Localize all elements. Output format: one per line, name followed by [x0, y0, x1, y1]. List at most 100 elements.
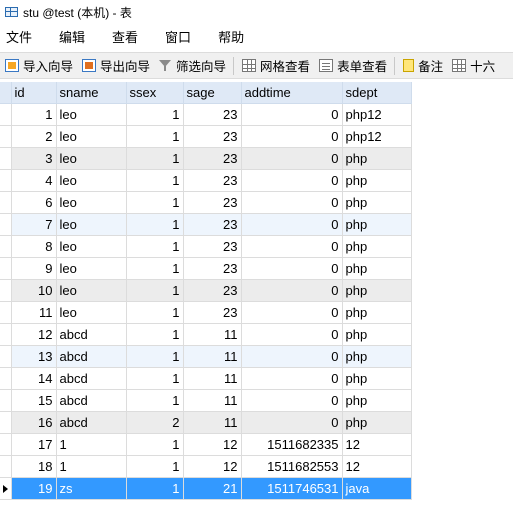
- row-indicator[interactable]: [0, 213, 12, 236]
- table-row[interactable]: 9 leo 1 23 0 php: [0, 257, 412, 280]
- cell-addtime[interactable]: 1511746531: [241, 477, 343, 500]
- cell-sdept[interactable]: php: [342, 323, 412, 346]
- row-indicator[interactable]: [0, 301, 12, 324]
- cell-sage[interactable]: 23: [183, 191, 242, 214]
- table-row[interactable]: 19 zs 1 21 1511746531 java: [0, 477, 412, 500]
- cell-sname[interactable]: leo: [56, 169, 127, 192]
- cell-ssex[interactable]: 1: [126, 103, 184, 126]
- cell-id[interactable]: 6: [11, 191, 57, 214]
- cell-sage[interactable]: 23: [183, 279, 242, 302]
- cell-id[interactable]: 2: [11, 125, 57, 148]
- cell-sname[interactable]: leo: [56, 235, 127, 258]
- filter-wizard-button[interactable]: 筛选向导: [154, 55, 230, 77]
- cell-ssex[interactable]: 1: [126, 323, 184, 346]
- table-row[interactable]: 7 leo 1 23 0 php: [0, 213, 412, 236]
- cell-sdept[interactable]: php: [342, 257, 412, 280]
- cell-sdept[interactable]: php12: [342, 125, 412, 148]
- column-header-ssex[interactable]: ssex: [126, 82, 184, 104]
- cell-ssex[interactable]: 1: [126, 257, 184, 280]
- cell-id[interactable]: 1: [11, 103, 57, 126]
- row-indicator[interactable]: [0, 279, 12, 302]
- cell-sage[interactable]: 11: [183, 367, 242, 390]
- column-header-sdept[interactable]: sdept: [342, 82, 412, 104]
- cell-sage[interactable]: 23: [183, 235, 242, 258]
- table-row[interactable]: 10 leo 1 23 0 php: [0, 279, 412, 302]
- cell-sage[interactable]: 11: [183, 323, 242, 346]
- cell-ssex[interactable]: 1: [126, 389, 184, 412]
- cell-id[interactable]: 17: [11, 433, 57, 456]
- cell-sdept[interactable]: php: [342, 169, 412, 192]
- table-row[interactable]: 11 leo 1 23 0 php: [0, 301, 412, 324]
- row-indicator[interactable]: [0, 257, 12, 280]
- column-header-sname[interactable]: sname: [56, 82, 127, 104]
- cell-sage[interactable]: 11: [183, 389, 242, 412]
- cell-addtime[interactable]: 0: [241, 301, 343, 324]
- cell-sdept[interactable]: php: [342, 389, 412, 412]
- row-indicator[interactable]: [0, 103, 12, 126]
- cell-id[interactable]: 11: [11, 301, 57, 324]
- cell-sdept[interactable]: php12: [342, 103, 412, 126]
- cell-addtime[interactable]: 0: [241, 235, 343, 258]
- table-row[interactable]: 12 abcd 1 11 0 php: [0, 323, 412, 346]
- cell-sdept[interactable]: 12: [342, 455, 412, 478]
- cell-ssex[interactable]: 1: [126, 477, 184, 500]
- memo-button[interactable]: 备注: [398, 55, 447, 77]
- row-indicator[interactable]: [0, 367, 12, 390]
- cell-id[interactable]: 12: [11, 323, 57, 346]
- cell-sage[interactable]: 23: [183, 103, 242, 126]
- cell-id[interactable]: 19: [11, 477, 57, 500]
- cell-addtime[interactable]: 0: [241, 411, 343, 434]
- cell-sage[interactable]: 23: [183, 301, 242, 324]
- cell-addtime[interactable]: 0: [241, 125, 343, 148]
- menu-help[interactable]: 帮助: [212, 27, 250, 46]
- cell-id[interactable]: 18: [11, 455, 57, 478]
- cell-sage[interactable]: 11: [183, 411, 242, 434]
- cell-sdept[interactable]: java: [342, 477, 412, 500]
- table-row[interactable]: 18 1 1 12 1511682553 12: [0, 455, 412, 478]
- table-row[interactable]: 6 leo 1 23 0 php: [0, 191, 412, 214]
- cell-ssex[interactable]: 1: [126, 433, 184, 456]
- cell-id[interactable]: 15: [11, 389, 57, 412]
- cell-id[interactable]: 16: [11, 411, 57, 434]
- cell-sname[interactable]: leo: [56, 103, 127, 126]
- cell-sname[interactable]: zs: [56, 477, 127, 500]
- cell-ssex[interactable]: 1: [126, 169, 184, 192]
- row-indicator[interactable]: [0, 169, 12, 192]
- table-row[interactable]: 14 abcd 1 11 0 php: [0, 367, 412, 390]
- cell-addtime[interactable]: 0: [241, 147, 343, 170]
- cell-sname[interactable]: leo: [56, 125, 127, 148]
- row-indicator[interactable]: [0, 411, 12, 434]
- table-row[interactable]: 4 leo 1 23 0 php: [0, 169, 412, 192]
- menu-file[interactable]: 文件: [0, 27, 38, 46]
- cell-sdept[interactable]: php: [342, 147, 412, 170]
- column-header-id[interactable]: id: [11, 82, 57, 104]
- cell-addtime[interactable]: 0: [241, 389, 343, 412]
- cell-sage[interactable]: 23: [183, 147, 242, 170]
- cell-id[interactable]: 14: [11, 367, 57, 390]
- cell-ssex[interactable]: 1: [126, 455, 184, 478]
- cell-ssex[interactable]: 1: [126, 367, 184, 390]
- row-indicator[interactable]: [0, 477, 12, 500]
- row-indicator[interactable]: [0, 433, 12, 456]
- row-indicator[interactable]: [0, 323, 12, 346]
- cell-sdept[interactable]: php: [342, 191, 412, 214]
- cell-sage[interactable]: 21: [183, 477, 242, 500]
- row-indicator[interactable]: [0, 455, 12, 478]
- cell-sname[interactable]: leo: [56, 279, 127, 302]
- cell-sdept[interactable]: php: [342, 279, 412, 302]
- form-view-button[interactable]: 表单查看: [314, 55, 391, 77]
- cell-addtime[interactable]: 0: [241, 345, 343, 368]
- cell-sdept[interactable]: php: [342, 213, 412, 236]
- cell-sdept[interactable]: php: [342, 301, 412, 324]
- cell-ssex[interactable]: 1: [126, 279, 184, 302]
- column-header-sage[interactable]: sage: [183, 82, 242, 104]
- cell-addtime[interactable]: 0: [241, 103, 343, 126]
- table-row[interactable]: 15 abcd 1 11 0 php: [0, 389, 412, 412]
- cell-sage[interactable]: 12: [183, 455, 242, 478]
- cell-addtime[interactable]: 0: [241, 257, 343, 280]
- cell-id[interactable]: 7: [11, 213, 57, 236]
- cell-sname[interactable]: leo: [56, 147, 127, 170]
- cell-sage[interactable]: 23: [183, 169, 242, 192]
- table-row[interactable]: 16 abcd 2 11 0 php: [0, 411, 412, 434]
- cell-ssex[interactable]: 1: [126, 213, 184, 236]
